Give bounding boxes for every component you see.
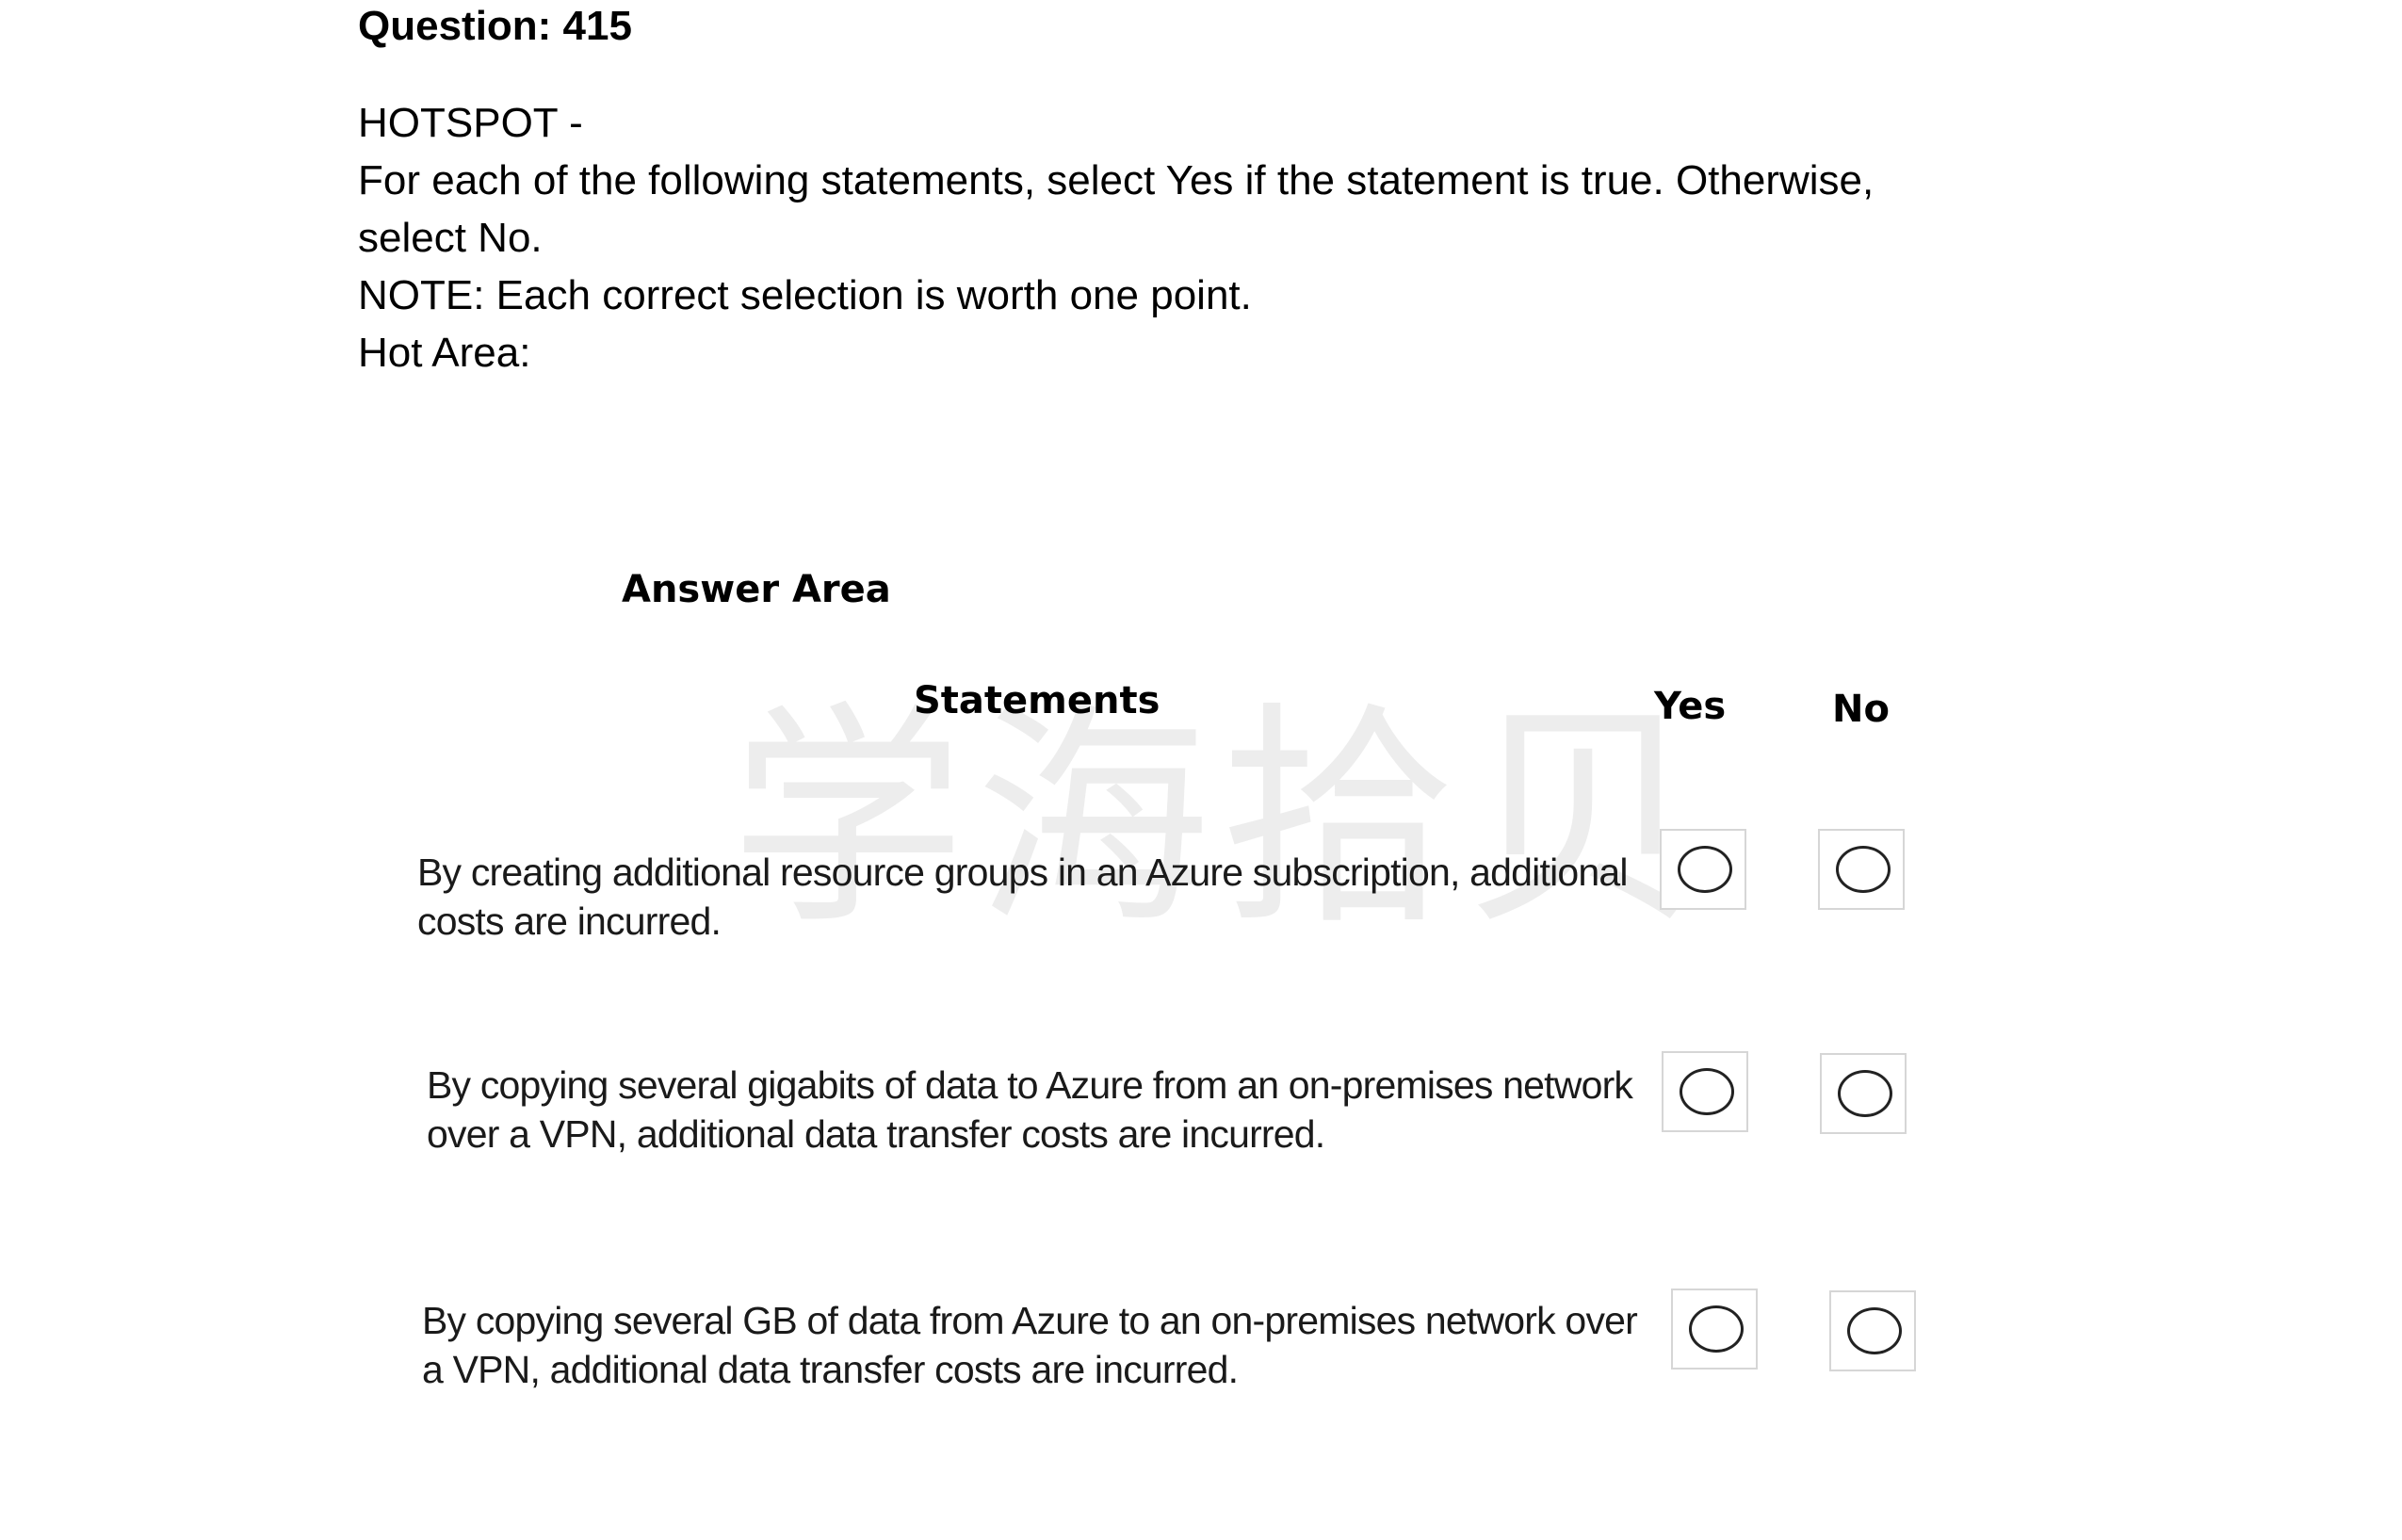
statement-3-line-1: By copying several GB of data from Azure… [422, 1299, 1638, 1342]
radio-circle-icon [1847, 1307, 1902, 1354]
statements-column-header: Statements [914, 679, 1160, 722]
statement-3: By copying several GB of data from Azure… [422, 1296, 1638, 1394]
statement-1-yes-radio[interactable] [1660, 829, 1746, 910]
statement-2-yes-radio[interactable] [1662, 1051, 1748, 1132]
statement-2-line-1: By copying several gigabits of data to A… [427, 1063, 1633, 1107]
no-column-header: No [1832, 688, 1890, 731]
radio-circle-icon [1838, 1070, 1892, 1117]
radio-circle-icon [1680, 1068, 1734, 1115]
answer-area: 学海拾贝 Answer Area Statements Yes No By cr… [0, 0, 2402, 1540]
statement-1: By creating additional resource groups i… [417, 848, 1629, 946]
radio-circle-icon [1689, 1305, 1744, 1353]
statement-3-yes-radio[interactable] [1671, 1289, 1758, 1370]
statement-2: By copying several gigabits of data to A… [427, 1061, 1633, 1159]
statement-1-line-2: costs are incurred. [417, 900, 722, 943]
radio-circle-icon [1836, 846, 1891, 893]
statement-2-line-2: over a VPN, additional data transfer cos… [427, 1112, 1325, 1156]
radio-circle-icon [1678, 846, 1732, 893]
statement-1-line-1: By creating additional resource groups i… [417, 851, 1629, 894]
statement-2-no-radio[interactable] [1820, 1053, 1907, 1134]
statement-1-no-radio[interactable] [1818, 829, 1905, 910]
statement-3-no-radio[interactable] [1829, 1290, 1916, 1371]
statement-3-line-2: a VPN, additional data transfer costs ar… [422, 1348, 1239, 1391]
yes-column-header: Yes [1654, 685, 1727, 728]
answer-area-heading: Answer Area [622, 568, 891, 611]
